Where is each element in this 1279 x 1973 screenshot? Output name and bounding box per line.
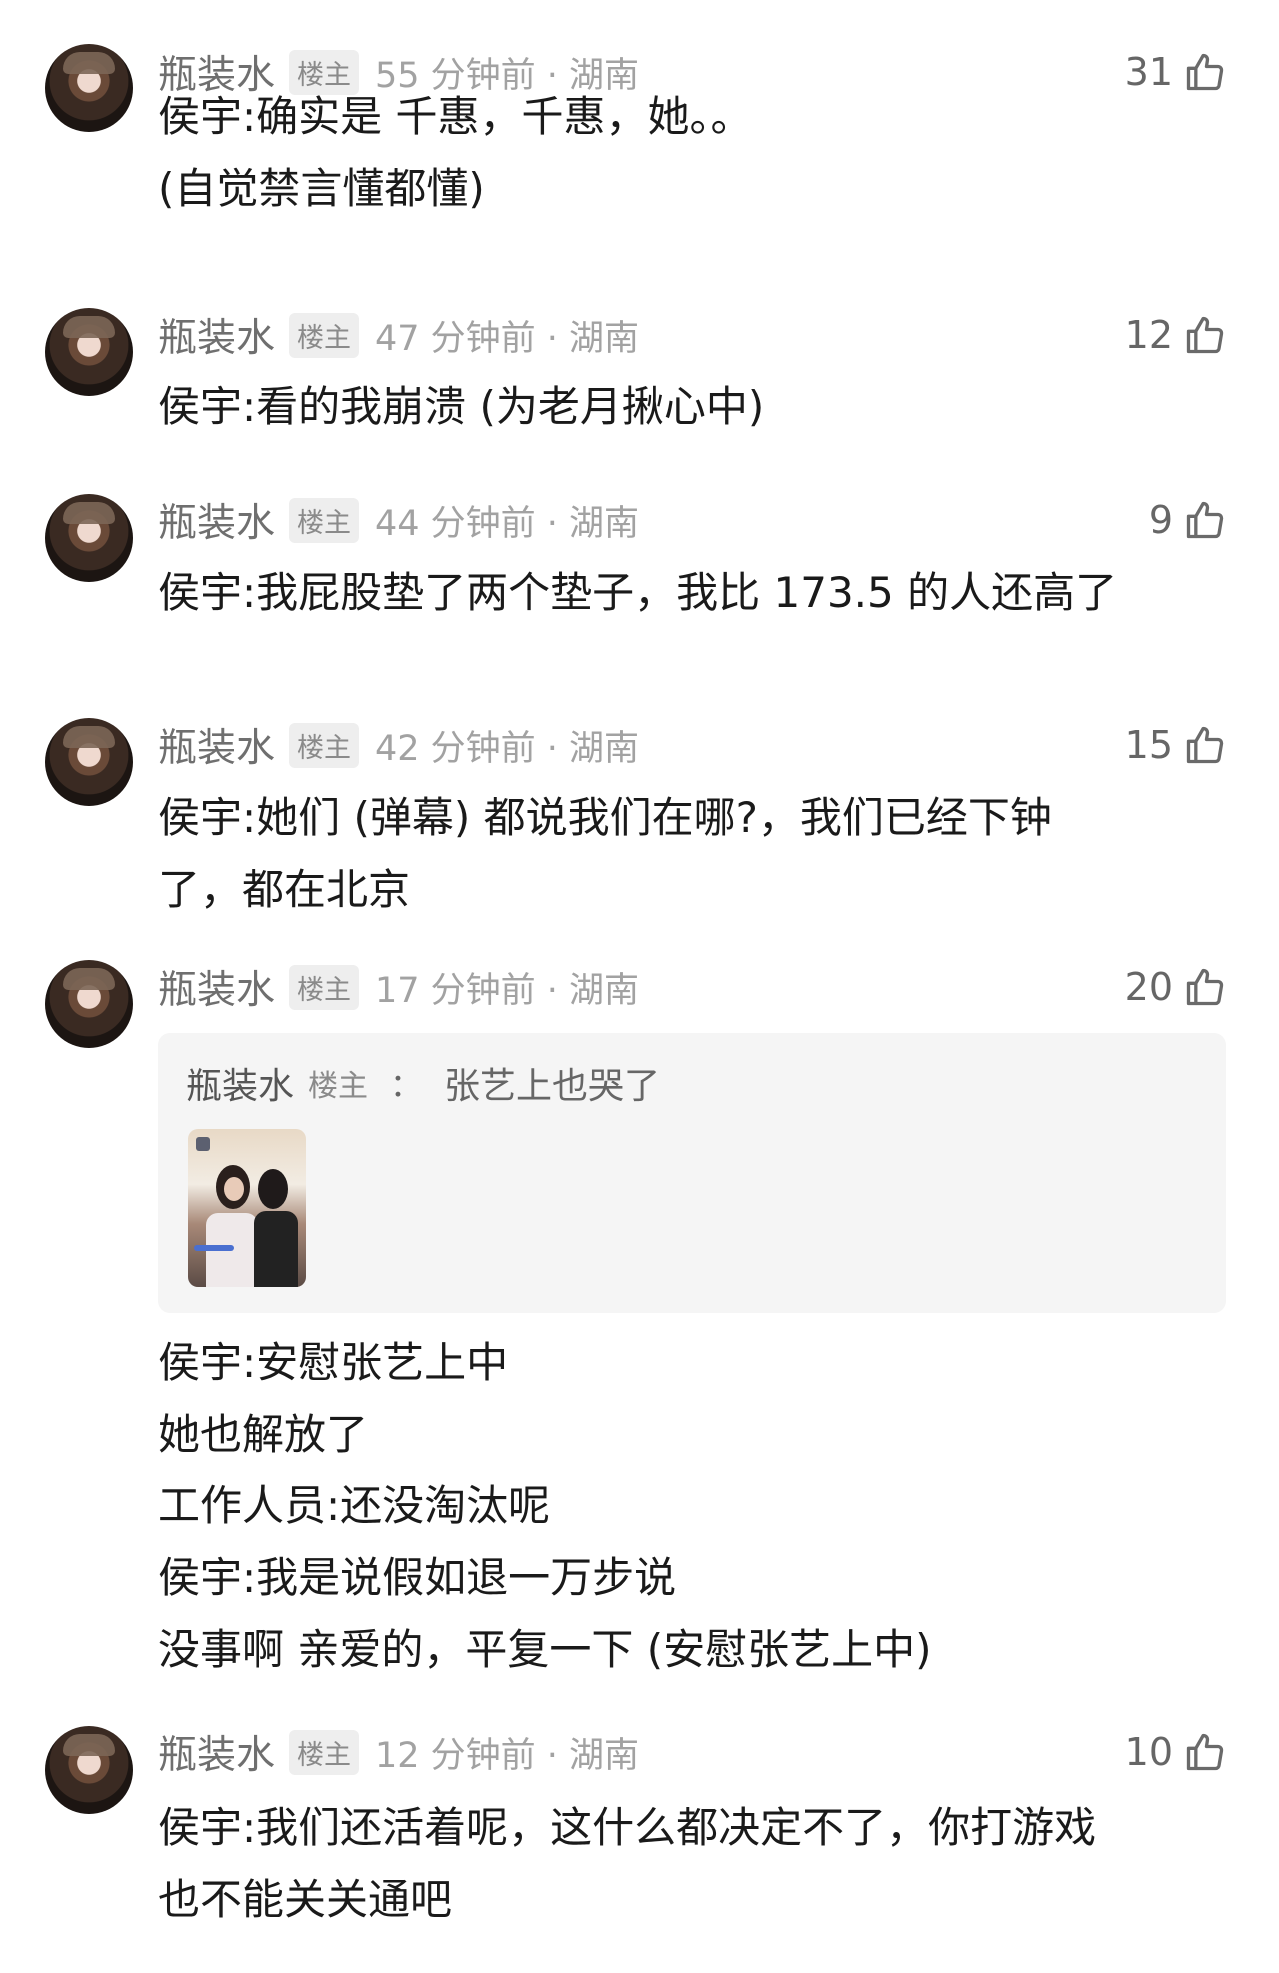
thumbs-up-icon	[1186, 1733, 1224, 1771]
quoted-username[interactable]: 瓶装水	[186, 1057, 294, 1109]
thumbs-up-icon	[1186, 968, 1224, 1006]
thumbs-up-icon	[1186, 726, 1224, 764]
like-count: 20	[1124, 965, 1173, 1009]
quoted-image-thumbnail[interactable]	[188, 1129, 306, 1287]
comment-text-line: 侯宇:安慰张艺上中	[158, 1338, 509, 1387]
comment-text-line: 侯宇:我屁股垫了两个垫子，我比 173.5 的人还高了	[158, 568, 1118, 617]
quoted-text: 张艺上也哭了	[444, 1066, 661, 1107]
comment-text-line: 工作人员:还没淘汰呢	[158, 1481, 551, 1530]
comment-text-line: 了，都在北京	[158, 865, 411, 914]
comment-meta: 瓶装水 楼主 12 分钟前 · 湖南	[158, 1722, 639, 1782]
avatar[interactable]	[45, 718, 133, 806]
like-count: 15	[1124, 723, 1173, 767]
comment-meta: 瓶装水 楼主 47 分钟前 · 湖南	[158, 305, 639, 365]
comment-text-line: 侯宇:她们 (弹幕) 都说我们在哪?，我们已经下钟	[158, 793, 1052, 842]
thumbs-up-icon	[1186, 501, 1224, 539]
timestamp-location: 47 分钟前 · 湖南	[375, 318, 640, 359]
like-button[interactable]: 12	[1125, 305, 1227, 365]
like-count: 9	[1148, 498, 1173, 542]
op-badge: 楼主	[289, 312, 360, 358]
comment-text-line: 她也解放了	[158, 1410, 369, 1459]
comment-text-line: 侯宇:我们还活着呢，这什么都决定不了，你打游戏	[158, 1803, 1097, 1852]
avatar[interactable]	[45, 960, 133, 1048]
like-count: 10	[1124, 1730, 1173, 1774]
comment-meta: 瓶装水 楼主 42 分钟前 · 湖南	[158, 715, 639, 775]
comment-text-line: 也不能关关通吧	[158, 1875, 453, 1924]
timestamp-location: 17 分钟前 · 湖南	[375, 970, 640, 1011]
comment-meta: 瓶装水 楼主 17 分钟前 · 湖南	[158, 957, 639, 1017]
op-badge: 楼主	[289, 964, 360, 1010]
like-button[interactable]: 9	[1149, 490, 1227, 550]
username[interactable]: 瓶装水	[158, 717, 275, 773]
like-button[interactable]: 20	[1125, 957, 1227, 1017]
comment-text-line: 侯宇:看的我崩溃 (为老月揪心中)	[158, 382, 765, 431]
op-badge: 楼主	[289, 722, 360, 768]
avatar[interactable]	[45, 44, 133, 132]
live-overlay-icon	[196, 1137, 210, 1151]
quoted-comment-header: 瓶装水 楼主 ： 张艺上也哭了	[186, 1053, 660, 1113]
comment-text-line: 侯宇:我是说假如退一万步说	[158, 1553, 677, 1602]
comment-text-line: (自觉禁言懂都懂)	[158, 164, 485, 213]
username[interactable]: 瓶装水	[158, 959, 275, 1015]
timestamp-location: 12 分钟前 · 湖南	[375, 1735, 640, 1776]
timestamp-location: 42 分钟前 · 湖南	[375, 728, 640, 769]
comment-text-line: 没事啊 亲爱的，平复一下 (安慰张艺上中)	[158, 1625, 932, 1674]
avatar[interactable]	[45, 494, 133, 582]
like-button[interactable]: 10	[1125, 1722, 1227, 1782]
comment-text-line: 侯宇:确实是 千惠，千惠，她。。	[158, 92, 753, 141]
username[interactable]: 瓶装水	[158, 1724, 275, 1780]
op-badge: 楼主	[289, 1729, 360, 1775]
op-badge: 楼主	[289, 497, 360, 543]
like-button[interactable]: 15	[1125, 715, 1227, 775]
thumbs-up-icon	[1186, 316, 1224, 354]
avatar[interactable]	[45, 1726, 133, 1814]
quoted-separator: ：	[390, 1066, 423, 1104]
username[interactable]: 瓶装水	[158, 307, 275, 363]
like-count: 12	[1124, 313, 1173, 357]
quoted-comment[interactable]: 瓶装水 楼主 ： 张艺上也哭了	[158, 1033, 1226, 1313]
username[interactable]: 瓶装水	[158, 492, 275, 548]
quoted-op-badge: 楼主	[308, 1069, 369, 1104]
avatar[interactable]	[45, 308, 133, 396]
comment-meta: 瓶装水 楼主 44 分钟前 · 湖南	[158, 490, 639, 550]
timestamp-location: 44 分钟前 · 湖南	[375, 503, 640, 544]
